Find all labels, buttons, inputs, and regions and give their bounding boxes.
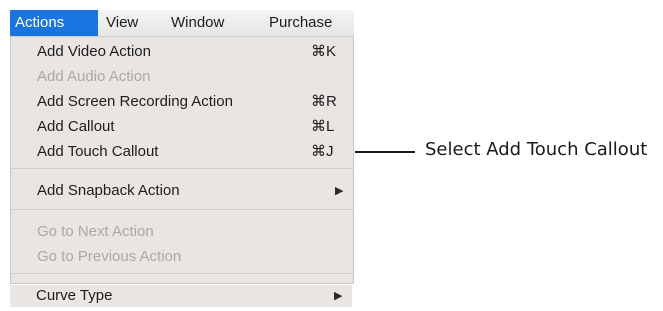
menu-item-label: Add Screen Recording Action: [37, 93, 233, 110]
menu-item-add-touch-callout[interactable]: Add Touch Callout ⌘J: [11, 141, 353, 163]
actions-dropdown-menu: Add Video Action ⌘K Add Audio Action Add…: [10, 37, 354, 284]
menu-item-shortcut: ⌘K: [311, 43, 337, 60]
menu-item-add-video-action[interactable]: Add Video Action ⌘K: [11, 41, 353, 63]
menu-item-go-to-next-action: Go to Next Action: [11, 221, 353, 243]
callout-annotation-text: Select Add Touch Callout: [425, 139, 648, 160]
menubar-actions[interactable]: Actions: [10, 10, 98, 36]
menu-item-shortcut: ⌘L: [311, 118, 335, 135]
menu-item-shortcut: ⌘R: [311, 93, 337, 110]
menubar-view[interactable]: View: [98, 10, 146, 36]
menu-bar: Actions View Window Purchase: [10, 10, 354, 37]
menu-item-label: Go to Previous Action: [37, 248, 182, 265]
callout-leader-line: [355, 151, 415, 153]
menu-item-add-callout[interactable]: Add Callout ⌘L: [11, 116, 353, 138]
menu-item-add-audio-action: Add Audio Action: [11, 66, 353, 88]
menu-separator: [11, 273, 353, 274]
menu-item-label: Curve Type: [36, 287, 113, 304]
menubar-purchase[interactable]: Purchase: [261, 10, 340, 36]
menu-item-label: Add Touch Callout: [37, 143, 159, 160]
menubar-window[interactable]: Window: [163, 10, 232, 36]
menu-item-shortcut: ⌘J: [311, 143, 334, 160]
menu-item-label: Add Video Action: [37, 43, 151, 60]
menu-item-go-to-previous-action: Go to Previous Action: [11, 246, 353, 268]
menu-item-label: Add Callout: [37, 118, 115, 135]
menu-item-curve-type[interactable]: Curve Type ▶: [10, 285, 352, 307]
menu-item-add-snapback-action[interactable]: Add Snapback Action ▶: [11, 180, 353, 202]
menu-item-label: Add Audio Action: [37, 68, 151, 85]
menu-separator: [11, 168, 353, 169]
menu-item-label: Add Snapback Action: [37, 182, 180, 199]
menu-item-label: Go to Next Action: [37, 223, 154, 240]
submenu-arrow-icon: ▶: [335, 185, 344, 197]
menu-item-add-screen-recording-action[interactable]: Add Screen Recording Action ⌘R: [11, 91, 353, 113]
menu-separator: [11, 209, 353, 210]
submenu-arrow-icon: ▶: [334, 290, 343, 302]
